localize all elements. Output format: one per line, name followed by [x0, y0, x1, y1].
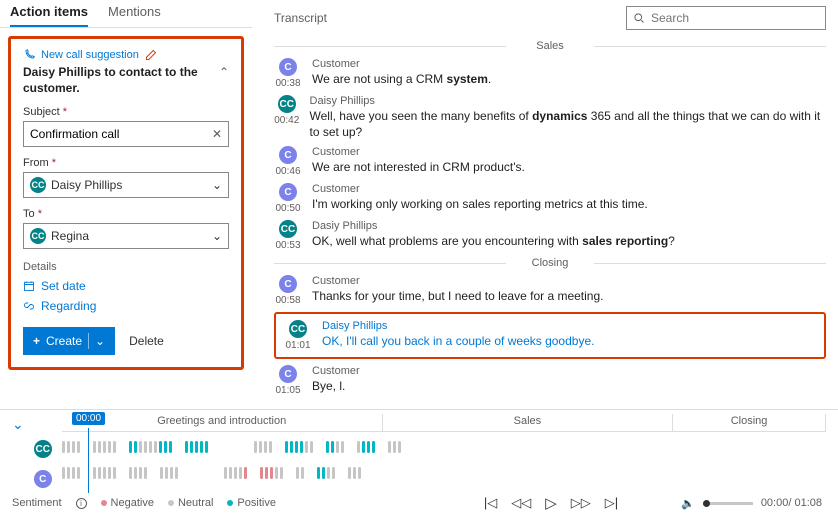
transcript-entry[interactable]: CC 00:53 Dasiy PhillipsOK, well what probl… — [274, 220, 826, 251]
timeline-section-label: Sales — [383, 414, 673, 431]
timestamp: 00:53 — [275, 240, 300, 251]
transcript-entry[interactable]: C 00:58 CustomerThanks for your time, but … — [274, 275, 826, 306]
suggestion-label: New call suggestion — [41, 49, 139, 61]
speaker-avatar: CC — [279, 220, 297, 238]
section-sales: Sales — [274, 40, 826, 52]
transcript-entry[interactable]: C 00:46 CustomerWe are not interested in C… — [274, 146, 826, 177]
from-select[interactable]: CCDaisy Phillips ⌄ — [23, 172, 229, 198]
speaker-name: Customer — [312, 275, 604, 287]
timestamp: 01:01 — [285, 340, 310, 351]
card-title: Daisy Phillips to contact to the custome… — [23, 65, 203, 96]
rewind-icon[interactable]: ◁◁ — [511, 495, 531, 511]
utterance-text: Bye, l. — [312, 378, 360, 394]
from-label: From — [23, 157, 49, 169]
utterance-text: OK, well what problems are you encounter… — [312, 233, 675, 249]
transcript-title: Transcript — [274, 11, 327, 25]
to-select[interactable]: CCRegina ⌄ — [23, 223, 229, 249]
speaker-name: Daisy Phillips — [310, 95, 826, 107]
timeline-section-label: Greetings and introduction — [62, 414, 383, 431]
subject-label: Subject — [23, 106, 60, 118]
details-label: Details — [23, 261, 229, 273]
to-label: To — [23, 208, 35, 220]
transcript-entry[interactable]: C 00:38 CustomerWe are not using a CRM sys… — [274, 58, 826, 89]
pencil-icon[interactable] — [145, 49, 157, 61]
timestamp: 00:38 — [275, 78, 300, 89]
time-current: 00:00 — [761, 497, 789, 509]
transcript-entry[interactable]: C 01:05 CustomerBye, l. — [274, 365, 826, 396]
speaker-name: Customer — [312, 58, 491, 70]
timeline-collapse-icon[interactable]: ⌄ — [12, 416, 24, 433]
speaker-name: Dasiy Phillips — [312, 220, 675, 232]
sidebar-tabs: Action items Mentions — [0, 0, 252, 28]
play-icon[interactable]: ▷ — [545, 494, 557, 512]
speaker-avatar: C — [279, 183, 297, 201]
tab-mentions[interactable]: Mentions — [108, 4, 161, 27]
track-customer[interactable] — [62, 462, 826, 484]
create-button[interactable]: + Create ⌄ — [23, 327, 115, 355]
delete-button[interactable]: Delete — [129, 334, 164, 348]
track-agent[interactable] — [62, 436, 826, 458]
subject-input[interactable]: ✕ — [23, 121, 229, 147]
skip-end-icon[interactable]: ▷| — [605, 495, 618, 511]
transcript-list: Sales C00:38CustomerWe are not using a C… — [252, 34, 838, 409]
speaker-name: Customer — [312, 146, 525, 158]
clear-icon[interactable]: ✕ — [212, 127, 222, 141]
chevron-down-icon: ⌄ — [212, 229, 222, 243]
skip-start-icon[interactable]: |◁ — [484, 495, 497, 511]
speaker-name: Daisy Phillips — [322, 320, 594, 332]
set-date-link[interactable]: Set date — [23, 279, 229, 293]
speaker-name: Customer — [312, 365, 360, 377]
chevron-down-icon: ⌄ — [212, 178, 222, 192]
utterance-text: I'm working only working on sales report… — [312, 196, 648, 212]
speaker-avatar: CC — [278, 95, 296, 113]
transcript-entry[interactable]: CC 00:42 Daisy PhillipsWell, have you seen… — [274, 95, 826, 140]
utterance-text: We are not interested in CRM product's. — [312, 159, 525, 175]
track-avatar-customer: C — [34, 470, 52, 488]
link-icon — [23, 300, 35, 312]
time-total: 01:08 — [794, 497, 822, 509]
timestamp: 00:58 — [275, 295, 300, 306]
phone-icon — [23, 49, 35, 61]
utterance-text: OK, I'll call you back in a couple of we… — [322, 333, 594, 349]
search-icon — [633, 12, 645, 24]
speaker-avatar: C — [279, 365, 297, 383]
forward-icon[interactable]: ▷▷ — [571, 495, 591, 511]
timestamp: 00:50 — [275, 203, 300, 214]
speaker-name: Customer — [312, 183, 648, 195]
utterance-text: Well, have you seen the many benefits of… — [310, 108, 826, 140]
transcript-entry[interactable]: CC 01:01 Daisy PhillipsOK, I'll call you b… — [274, 312, 826, 359]
info-icon[interactable]: i — [76, 498, 87, 509]
timestamp: 00:42 — [274, 115, 299, 126]
timestamp: 00:46 — [275, 166, 300, 177]
action-item-card: New call suggestion Daisy Phillips to co… — [8, 36, 244, 370]
utterance-text: Thanks for your time, but I need to leav… — [312, 288, 604, 304]
calendar-icon — [23, 280, 35, 292]
transcript-entry[interactable]: C 00:50 CustomerI'm working only working o… — [274, 183, 826, 214]
track-avatar-agent: CC — [34, 440, 52, 458]
timeline-section-label: Closing — [673, 414, 826, 431]
collapse-icon[interactable]: ⌃ — [219, 65, 229, 79]
search-input[interactable] — [626, 6, 826, 30]
speaker-avatar: CC — [289, 320, 307, 338]
speaker-avatar: C — [279, 58, 297, 76]
regarding-link[interactable]: Regarding — [23, 299, 229, 313]
utterance-text: We are not using a CRM system. — [312, 71, 491, 87]
tab-action-items[interactable]: Action items — [10, 4, 88, 27]
sentiment-legend: Sentiment i Negative Neutral Positive — [12, 497, 276, 509]
chevron-down-icon[interactable]: ⌄ — [95, 334, 105, 348]
volume-slider[interactable] — [703, 502, 753, 505]
timestamp: 01:05 — [275, 385, 300, 396]
timeline-sections: Greetings and introductionSalesClosing — [62, 414, 826, 432]
volume-icon[interactable]: 🔈 — [681, 497, 695, 510]
speaker-avatar: C — [279, 275, 297, 293]
section-closing: Closing — [274, 257, 826, 269]
speaker-avatar: C — [279, 146, 297, 164]
